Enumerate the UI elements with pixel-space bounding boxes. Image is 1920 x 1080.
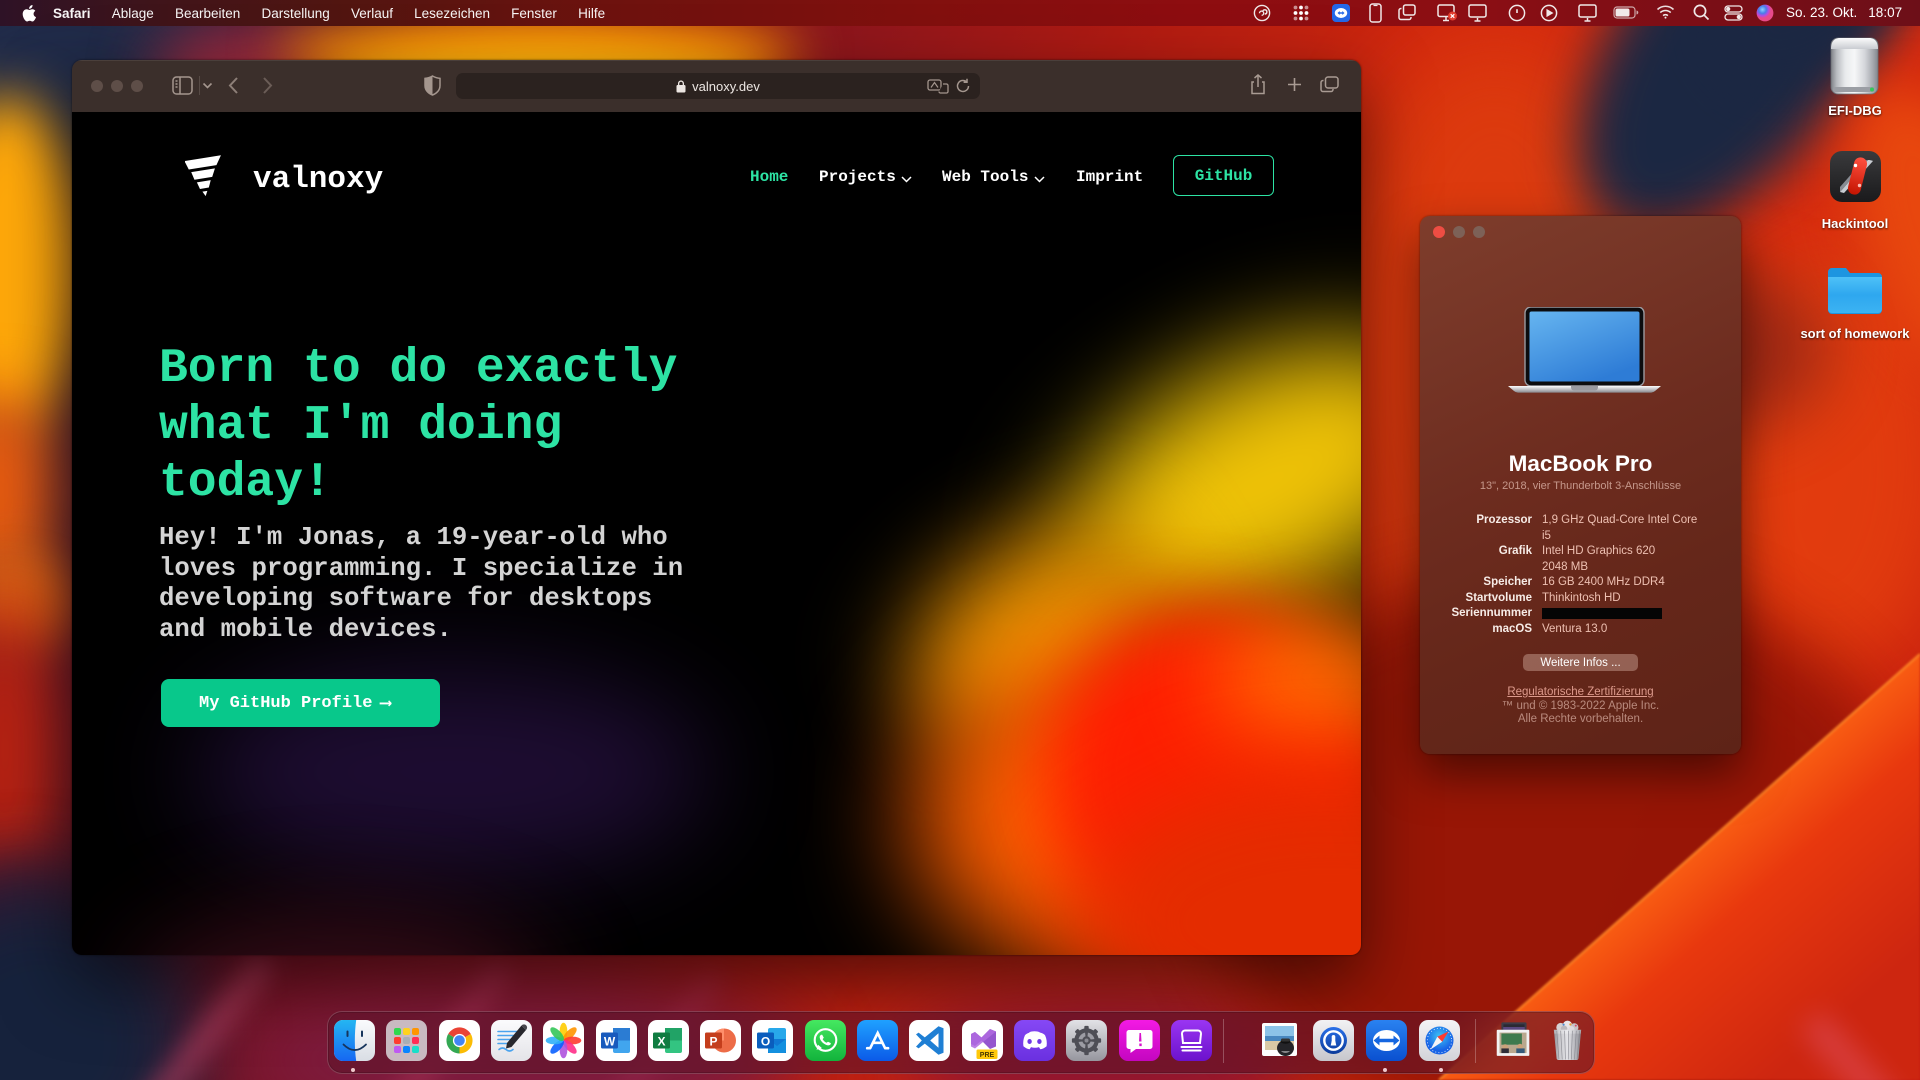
svg-text:W: W — [604, 1035, 616, 1049]
svg-text:O: O — [761, 1035, 770, 1049]
svg-text:P: P — [709, 1035, 717, 1049]
svg-text:X: X — [657, 1035, 665, 1049]
svg-text:PRE: PRE — [980, 1052, 995, 1059]
